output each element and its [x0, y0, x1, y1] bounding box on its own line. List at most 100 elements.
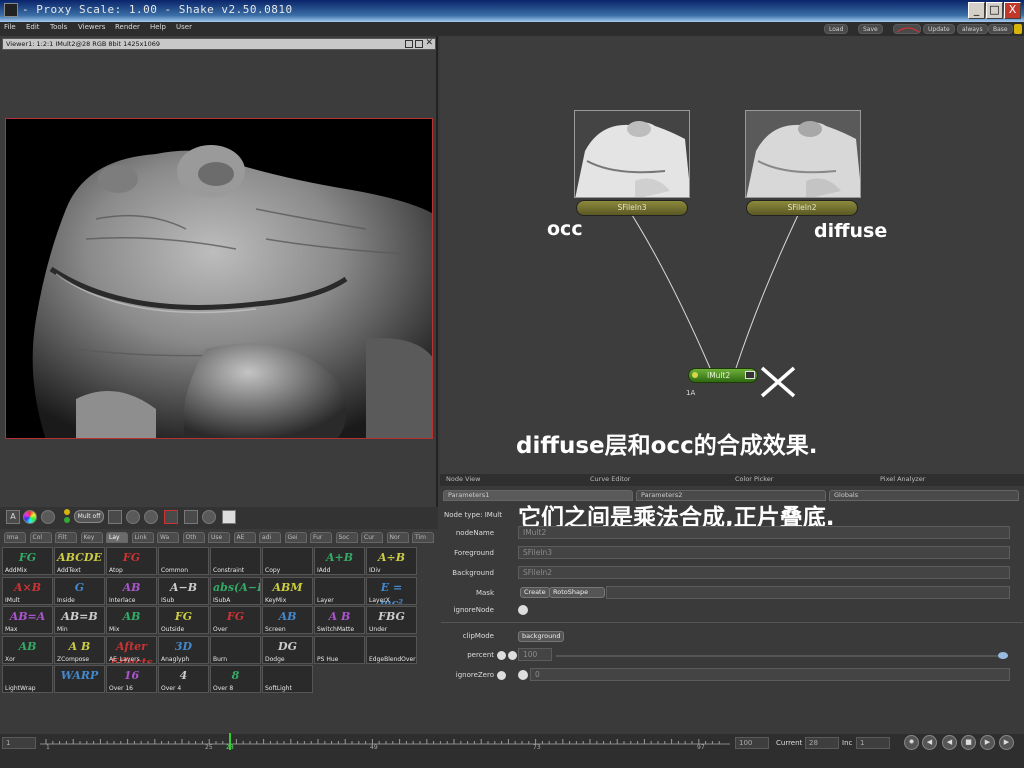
tool-button[interactable]: ABM KeyMix	[262, 576, 313, 605]
tool-tab[interactable]: Oth	[182, 532, 205, 543]
tool-tab[interactable]: Filt	[55, 532, 77, 543]
viewer-close-icon[interactable]: ✕	[425, 38, 433, 48]
clipmode-select[interactable]: background	[518, 631, 565, 642]
tool-button[interactable]: E = mc² LayerX	[366, 576, 417, 605]
channel-toggle-icon[interactable]	[41, 510, 55, 524]
load-button[interactable]: Load	[824, 24, 849, 34]
fit-icon[interactable]	[108, 510, 122, 524]
tool-tab[interactable]: Wa	[157, 532, 179, 543]
step-forward-icon[interactable]: ▶	[999, 735, 1014, 750]
render-flipbook-icon[interactable]: ✹	[904, 735, 919, 750]
tab-node-view[interactable]: Node View	[446, 475, 480, 485]
tool-button[interactable]: FG Outside	[158, 606, 209, 634]
tool-tab[interactable]: AE	[233, 532, 256, 543]
percent-slider-track[interactable]	[556, 655, 1008, 657]
tool-button[interactable]: Layer	[314, 576, 365, 605]
nodename-field[interactable]: IMult2	[518, 526, 1010, 539]
timeline-end-field[interactable]: 100	[735, 737, 769, 749]
percent-slider-handle[interactable]	[998, 652, 1008, 659]
tool-tab[interactable]: adi	[259, 532, 281, 543]
play-forward-icon[interactable]: ▶	[980, 735, 995, 750]
tool-button[interactable]: A B SwitchMatte	[314, 606, 365, 634]
tool-tab[interactable]: Key	[80, 532, 103, 543]
refresh-icon[interactable]	[144, 510, 158, 524]
node-view[interactable]: SFileIn3 SFileIn2 IMult2 1A occ diffuse …	[440, 36, 1024, 474]
base-button[interactable]: Base	[988, 24, 1013, 34]
tool-tab[interactable]: Fur	[310, 532, 332, 543]
percent-anim-icon[interactable]	[497, 651, 506, 660]
menu-help[interactable]: Help	[150, 23, 166, 31]
playhead[interactable]	[229, 733, 231, 750]
tool-button[interactable]: 16 Over 16	[106, 665, 157, 693]
menu-tools[interactable]: Tools	[50, 23, 67, 31]
create-mask-button[interactable]: Create	[520, 587, 550, 598]
channel-a-button[interactable]: A	[6, 510, 20, 524]
tool-tab[interactable]: Use	[208, 532, 230, 543]
menu-viewers[interactable]: Viewers	[78, 23, 105, 31]
tool-button[interactable]: WARP	[54, 665, 105, 693]
timeline-ruler[interactable]	[40, 736, 730, 750]
tool-button[interactable]: EdgeBlendOver	[366, 635, 417, 664]
tool-tab[interactable]: Cur	[361, 532, 383, 543]
close-button[interactable]: X	[1004, 2, 1021, 19]
tool-button[interactable]: 3D Anaglyph	[158, 635, 209, 664]
tool-button[interactable]: LightWrap	[2, 665, 53, 693]
snapshot-icon[interactable]	[222, 510, 236, 524]
tool-button[interactable]: SoftLight	[262, 665, 313, 693]
percent-field[interactable]: 100	[518, 648, 552, 661]
rotoshape-button[interactable]: RotoShape	[549, 587, 605, 598]
viewer-image[interactable]	[5, 118, 433, 439]
viewer-expand-icon[interactable]	[415, 40, 423, 48]
tool-button[interactable]: AB=B Min	[54, 606, 105, 634]
tab-pixel-analyzer[interactable]: Pixel Analyzer	[880, 475, 925, 485]
menu-file[interactable]: File	[4, 23, 16, 31]
step-back-icon[interactable]: ◀	[922, 735, 937, 750]
tab-globals[interactable]: Globals	[829, 490, 1019, 501]
tool-button[interactable]: FG Atop	[106, 547, 157, 575]
menu-render[interactable]: Render	[115, 23, 140, 31]
save-button[interactable]: Save	[858, 24, 883, 34]
tool-button[interactable]: AB Mix	[106, 606, 157, 634]
node-sfilein3[interactable]: SFileIn3	[576, 200, 688, 216]
mask-field[interactable]	[606, 586, 1010, 599]
grid-icon[interactable]	[184, 510, 198, 524]
tool-button[interactable]: AB Screen	[262, 606, 313, 634]
mult-toggle-button[interactable]: Mult off	[74, 510, 104, 523]
menu-edit[interactable]: Edit	[26, 23, 40, 31]
tool-button[interactable]: Constraint	[210, 547, 261, 575]
tool-button[interactable]: AB=A Max	[2, 606, 53, 634]
viewer-float-icon[interactable]	[405, 40, 413, 48]
tool-button[interactable]: AB Interlace	[106, 576, 157, 605]
tool-button[interactable]: 8 Over 8	[210, 665, 261, 693]
inc-field[interactable]: 1	[856, 737, 890, 749]
tool-button[interactable]: After Effects AE_Layers	[106, 635, 157, 664]
timeline-start-field[interactable]: 1	[2, 737, 36, 749]
menu-user[interactable]: User	[176, 23, 192, 31]
tool-tab[interactable]: Ima	[4, 532, 26, 543]
ignorezero-anim-icon[interactable]	[497, 671, 506, 680]
maximize-button[interactable]: □	[986, 2, 1003, 19]
tool-button[interactable]: A÷B IDiv	[366, 547, 417, 575]
node-thumbnail-occ[interactable]	[574, 110, 690, 198]
tab-color-picker[interactable]: Color Picker	[735, 475, 773, 485]
tool-button[interactable]: PS Hue	[314, 635, 365, 664]
tool-button[interactable]: G Inside	[54, 576, 105, 605]
play-back-icon[interactable]: ◀	[942, 735, 957, 750]
node-thumbnail-diffuse[interactable]	[745, 110, 861, 198]
update-button[interactable]: Update	[923, 24, 955, 34]
minimize-button[interactable]: _	[968, 2, 985, 19]
lock-icon[interactable]	[202, 510, 216, 524]
zoom-icon[interactable]	[126, 510, 140, 524]
tool-tab[interactable]: Col	[29, 532, 52, 543]
always-button[interactable]: always	[957, 24, 988, 34]
tool-button[interactable]: 4 Over 4	[158, 665, 209, 693]
color-wheel-icon[interactable]	[23, 510, 37, 524]
tool-button[interactable]: A B ZCompose	[54, 635, 105, 664]
node-sfilein2[interactable]: SFileIn2	[746, 200, 858, 216]
tool-button[interactable]: AB Xor	[2, 635, 53, 664]
stop-icon[interactable]: ■	[961, 735, 976, 750]
tool-button[interactable]: Common	[158, 547, 209, 575]
tab-curve-editor[interactable]: Curve Editor	[590, 475, 630, 485]
tool-tab[interactable]: Gei	[284, 532, 307, 543]
ignorenode-toggle-icon[interactable]	[518, 605, 528, 615]
